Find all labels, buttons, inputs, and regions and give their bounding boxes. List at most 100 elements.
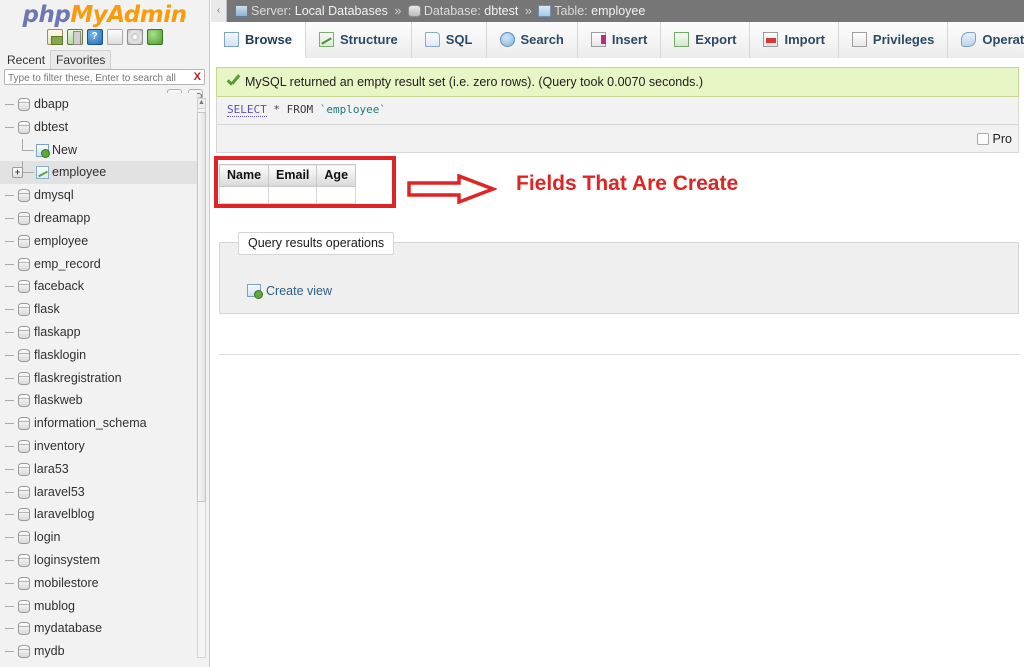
sidebar-item-dreamapp[interactable]: dreamapp: [0, 207, 197, 230]
profiling-checkbox[interactable]: [976, 133, 989, 145]
sidebar-item-emp_record[interactable]: emp_record: [0, 253, 197, 276]
tab-label: Browse: [245, 32, 292, 47]
sidebar-item-dmysql[interactable]: dmysql: [0, 184, 197, 207]
sidebar-item-label: laravelblog: [34, 507, 95, 522]
tab-sql[interactable]: SQL: [411, 22, 487, 58]
sidebar-item-laravel53[interactable]: laravel53: [0, 481, 197, 504]
sidebar-item-flask[interactable]: flask: [0, 298, 197, 321]
database-icon: [18, 622, 30, 636]
brand-logo[interactable]: phpMyAdmin: [0, 0, 209, 28]
sidebar-quick-icons: ?: [0, 28, 209, 48]
breadcrumb-server-value[interactable]: Local Databases: [295, 4, 388, 18]
tab-operations[interactable]: Operations: [948, 22, 1024, 58]
sidebar-tab-recent[interactable]: Recent: [2, 51, 50, 70]
sidebar-item-mublog[interactable]: mublog: [0, 595, 197, 618]
tree-connector: [5, 491, 14, 493]
database-icon: [18, 417, 30, 431]
tree-connector: [5, 104, 14, 105]
sidebar-item-information_schema[interactable]: information_schema: [0, 412, 197, 435]
sidebar-item-faceback[interactable]: faceback: [0, 275, 197, 298]
sidebar-item-employee[interactable]: + employee: [0, 161, 197, 185]
sidebar-item-login[interactable]: login: [0, 526, 197, 549]
main-panel: ‹ Server: Local Databases » Database: db…: [211, 0, 1024, 667]
column-header-name[interactable]: Name: [218, 164, 270, 187]
database-tree[interactable]: dbapp dbtest New + employee dmysql dreamapp emp…: [0, 93, 197, 667]
browse-icon: [224, 32, 239, 47]
breadcrumb-database-value[interactable]: dbtest: [484, 4, 518, 18]
column-header-email[interactable]: Email: [268, 164, 318, 187]
wiki-icon[interactable]: [106, 29, 123, 45]
sidebar-item-label: information_schema: [34, 416, 147, 431]
sidebar-item-label: flaskweb: [34, 393, 83, 408]
tree-connector: [5, 126, 14, 128]
tree-connector: [5, 309, 14, 311]
tab-label: Insert: [611, 32, 648, 47]
annotation-label: Fields That Are Create: [516, 172, 739, 195]
tree-connector: [22, 149, 34, 151]
sidebar-item-flaskweb[interactable]: flaskweb: [0, 389, 197, 412]
collapse-sidebar-button[interactable]: ‹: [211, 0, 227, 22]
settings-icon[interactable]: [126, 29, 143, 45]
tab-search[interactable]: Search: [486, 22, 578, 58]
tree-connector: [5, 423, 14, 425]
tab-import[interactable]: Import: [750, 22, 839, 58]
sidebar-item-dbapp[interactable]: dbapp: [0, 93, 197, 116]
sidebar-item-dbtest[interactable]: dbtest: [0, 116, 197, 139]
breadcrumb-table-value[interactable]: employee: [591, 4, 645, 18]
column-header-age[interactable]: Age: [316, 164, 357, 187]
sidebar-item-mobilestore[interactable]: mobilestore: [0, 572, 197, 595]
sidebar-item-label: employee: [52, 165, 107, 180]
sidebar-tab-favorites[interactable]: Favorites: [50, 50, 112, 71]
exit-icon[interactable]: [66, 29, 83, 45]
sidebar-item-mydb[interactable]: mydb: [0, 640, 197, 663]
database-icon: [18, 599, 30, 613]
tab-insert[interactable]: Insert: [577, 22, 662, 58]
tab-structure[interactable]: Structure: [305, 22, 412, 58]
reload-icon[interactable]: [146, 29, 163, 45]
tab-label: Operations: [982, 32, 1024, 47]
create-view-link[interactable]: Create view: [247, 284, 332, 299]
table-icon: [36, 166, 49, 180]
sidebar-item-flasklogin[interactable]: flasklogin: [0, 344, 197, 367]
filter-box[interactable]: X: [4, 69, 205, 86]
privileges-icon: [851, 32, 867, 47]
sidebar-item-label: flask: [34, 302, 60, 317]
database-icon: [18, 98, 30, 111]
result-message-banner: MySQL returned an empty result set (i.e.…: [216, 67, 1019, 97]
expand-toggle-icon[interactable]: +: [12, 167, 23, 179]
search-input[interactable]: [5, 72, 204, 86]
sidebar-item-inventory[interactable]: inventory: [0, 435, 197, 458]
content-area: MySQL returned an empty result set (i.e.…: [211, 67, 1024, 355]
sidebar-item-lara53[interactable]: lara53: [0, 458, 197, 481]
tree-connector: [5, 377, 14, 379]
database-icon: [18, 120, 30, 134]
tab-browse[interactable]: Browse: [211, 22, 306, 58]
sidebar-item-flaskapp[interactable]: flaskapp: [0, 321, 197, 344]
sidebar-item-New[interactable]: New: [0, 138, 197, 162]
sidebar-item-loginsystem[interactable]: loginsystem: [0, 549, 197, 572]
sidebar-item-laravelblog[interactable]: laravelblog: [0, 503, 197, 526]
tree-connector: [5, 400, 14, 402]
sidebar-item-flaskregistration[interactable]: flaskregistration: [0, 367, 197, 390]
sql-keyword-select: SELECT: [227, 103, 267, 117]
content-divider: [219, 354, 1019, 355]
sidebar-item-mydatabase[interactable]: mydatabase: [0, 617, 197, 640]
home-icon[interactable]: [46, 29, 63, 45]
tree-connector: [5, 240, 14, 242]
breadcrumb-table-label: Table:: [554, 4, 588, 18]
docs-icon[interactable]: ?: [86, 29, 103, 45]
executed-sql-box[interactable]: SELECT * FROM `employee`: [216, 97, 1019, 125]
sidebar-item-label: mydb: [34, 644, 65, 659]
sidebar-scroll-up-icon[interactable]: ▲: [197, 98, 206, 109]
tab-privileges[interactable]: Privileges: [838, 22, 949, 58]
clear-filter-icon[interactable]: X: [194, 70, 201, 84]
sidebar-item-label: loginsystem: [34, 552, 100, 567]
sidebar-item-employee[interactable]: employee: [0, 230, 197, 253]
tab-export[interactable]: Export: [661, 22, 751, 58]
sidebar-scrollbar-thumb[interactable]: [197, 112, 206, 502]
database-icon: [18, 348, 30, 362]
phpmyadmin-window: phpMyAdmin ? RecentFavorites X dbapp dbte…: [0, 0, 1024, 667]
tab-label: Search: [520, 32, 564, 47]
tab-label: Import: [784, 32, 825, 47]
breadcrumb: Server: Local Databases » Database: dbte…: [211, 0, 1024, 22]
